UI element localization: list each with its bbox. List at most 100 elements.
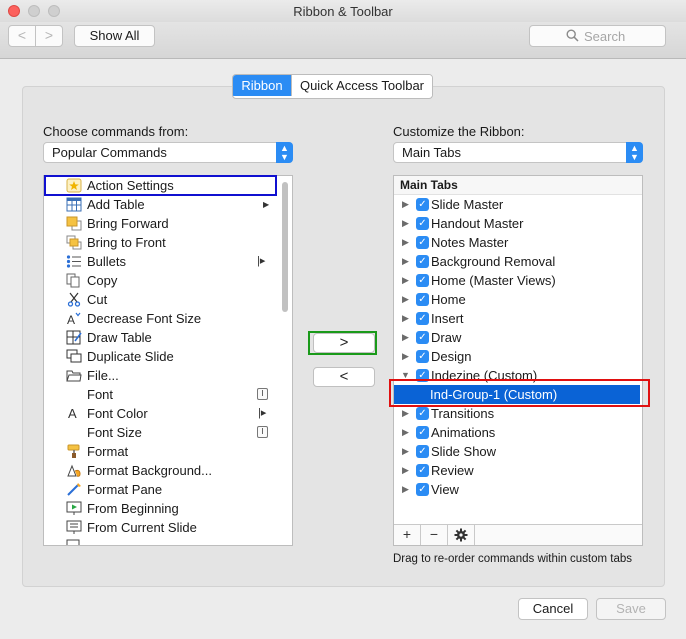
list-item-label: Draw Table (87, 330, 152, 345)
checkbox-icon[interactable]: ✓ (416, 312, 429, 325)
tree-row-label: Notes Master (431, 235, 509, 250)
disclosure-triangle-icon[interactable]: ▶ (402, 214, 409, 233)
tree-row-label: Review (431, 463, 474, 478)
table-icon (66, 197, 82, 212)
checkbox-icon[interactable]: ✓ (416, 350, 429, 363)
choose-commands-label: Choose commands from: (43, 124, 189, 139)
tree-row-handout-master[interactable]: ▶ ✓ Handout Master (394, 214, 642, 233)
disclosure-triangle-icon[interactable]: ▶ (402, 461, 409, 480)
checkbox-icon[interactable]: ✓ (416, 217, 429, 230)
list-item[interactable]: Format Pane (44, 480, 292, 499)
list-item[interactable]: From Beginning (44, 499, 292, 518)
checkbox-icon[interactable]: ✓ (416, 198, 429, 211)
commands-list-scrollbar[interactable] (282, 182, 288, 312)
commands-source-value: Popular Commands (52, 145, 167, 160)
tree-row-review[interactable]: ▶ ✓ Review (394, 461, 642, 480)
list-item[interactable]: From Current Slide (44, 518, 292, 537)
tree-row-background-removal[interactable]: ▶ ✓ Background Removal (394, 252, 642, 271)
draw-table-icon (66, 330, 82, 345)
commands-source-dropdown[interactable]: Popular Commands ▲ ▼ (43, 142, 293, 163)
show-all-button[interactable]: Show All (74, 25, 155, 47)
tree-row-notes-master[interactable]: ▶ ✓ Notes Master (394, 233, 642, 252)
list-item[interactable]: Add Table ▶ (44, 195, 292, 214)
disclosure-triangle-icon[interactable]: ▶ (402, 480, 409, 499)
checkbox-icon[interactable]: ✓ (416, 445, 429, 458)
disclosure-triangle-icon[interactable]: ▶ (402, 442, 409, 461)
checkbox-icon[interactable]: ✓ (416, 236, 429, 249)
list-item[interactable]: Draw Table (44, 328, 292, 347)
disclosure-triangle-icon[interactable]: ▶ (402, 328, 409, 347)
list-item[interactable]: Format Background... (44, 461, 292, 480)
checkbox-icon[interactable]: ✓ (416, 293, 429, 306)
list-item[interactable]: A Decrease Font Size (44, 309, 292, 328)
bullets-icon (66, 255, 81, 268)
list-item[interactable]: Format (44, 442, 292, 461)
checkbox-icon[interactable]: ✓ (416, 274, 429, 287)
tree-row-label: Background Removal (431, 254, 556, 269)
checkbox-icon[interactable]: ✓ (416, 255, 429, 268)
dropdown-arrows-icon: ▲ ▼ (276, 142, 293, 163)
disclosure-triangle-icon[interactable]: ▶ (402, 309, 409, 328)
list-item[interactable]: Bring Forward (44, 214, 292, 233)
remove-tab-button[interactable]: − (421, 525, 448, 545)
checkbox-icon[interactable]: ✓ (416, 331, 429, 344)
format-background-icon (67, 464, 81, 477)
list-item[interactable]: Font I (44, 385, 292, 404)
folder-icon (66, 370, 82, 382)
tree-row-label: Slide Show (431, 444, 497, 459)
disclosure-triangle-icon[interactable]: ▶ (402, 290, 409, 309)
cancel-button[interactable]: Cancel (518, 598, 588, 620)
list-item-label: Bullets (87, 254, 127, 269)
tree-row-draw[interactable]: ▶ ✓ Draw (394, 328, 642, 347)
commands-list[interactable]: Action Settings Add Table ▶ Bring Forwar… (43, 175, 293, 546)
settings-menu-button[interactable] (448, 525, 475, 545)
checkbox-icon[interactable]: ✓ (416, 464, 429, 477)
tab-ribbon[interactable]: Ribbon (233, 75, 291, 96)
disclosure-triangle-icon[interactable]: ▶ (402, 195, 409, 214)
disclosure-triangle-icon[interactable]: ▶ (402, 252, 409, 271)
disclosure-triangle-icon[interactable]: ▶ (402, 271, 409, 290)
tree-row-slide-master[interactable]: ▶ ✓ Slide Master (394, 195, 642, 214)
ribbon-tree[interactable]: Main Tabs ▶ ✓ Slide Master ▶ ✓ Handout M… (393, 175, 643, 546)
list-item[interactable]: A Font Color |▸ (44, 404, 292, 423)
list-item[interactable]: Bring to Front (44, 233, 292, 252)
list-item[interactable]: Duplicate Slide (44, 347, 292, 366)
remove-command-button[interactable]: < (313, 367, 375, 387)
back-button[interactable]: < (8, 25, 36, 47)
tree-row-design[interactable]: ▶ ✓ Design (394, 347, 642, 366)
ribbon-tabs-dropdown[interactable]: Main Tabs ▲ ▼ (393, 142, 643, 163)
list-item[interactable]: Bullets |▸ (44, 252, 292, 271)
font-color-icon: A (68, 406, 77, 421)
disclosure-triangle-icon[interactable]: ▶ (402, 233, 409, 252)
checkbox-icon[interactable]: ✓ (416, 426, 429, 439)
gear-icon (454, 528, 468, 542)
tree-row-home[interactable]: ▶ ✓ Home (394, 290, 642, 309)
disclosure-triangle-icon[interactable]: ▶ (402, 423, 409, 442)
tree-row-view[interactable]: ▶ ✓ View (394, 480, 642, 499)
save-button[interactable]: Save (596, 598, 666, 620)
list-item[interactable] (44, 537, 292, 545)
tree-row-insert[interactable]: ▶ ✓ Insert (394, 309, 642, 328)
highlight-box-blue (44, 175, 277, 196)
list-item-label: Font Size (87, 425, 142, 440)
list-item[interactable]: File... (44, 366, 292, 385)
forward-button[interactable]: > (35, 25, 63, 47)
list-item-label: Bring to Front (87, 235, 166, 250)
list-item[interactable]: Font Size I (44, 423, 292, 442)
list-item[interactable]: Cut (44, 290, 292, 309)
list-item[interactable]: Copy (44, 271, 292, 290)
search-field[interactable] (529, 25, 666, 47)
bring-forward-icon (66, 216, 82, 231)
add-tab-button[interactable]: + (394, 525, 421, 545)
search-input[interactable] (584, 28, 658, 44)
tab-quick-access-toolbar[interactable]: Quick Access Toolbar (291, 75, 432, 96)
svg-text:A: A (67, 313, 75, 326)
tree-row-home-master-views[interactable]: ▶ ✓ Home (Master Views) (394, 271, 642, 290)
checkbox-icon[interactable]: ✓ (416, 483, 429, 496)
checkbox-icon[interactable]: ✓ (416, 407, 429, 420)
tree-row-slide-show[interactable]: ▶ ✓ Slide Show (394, 442, 642, 461)
search-icon (566, 29, 579, 42)
tree-row-animations[interactable]: ▶ ✓ Animations (394, 423, 642, 442)
tree-row-label: Animations (431, 425, 496, 440)
disclosure-triangle-icon[interactable]: ▶ (402, 347, 409, 366)
